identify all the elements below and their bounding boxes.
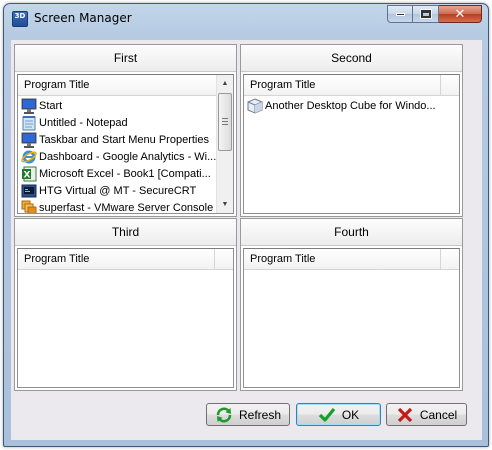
scroll-down-arrow-icon[interactable]: ▼ bbox=[217, 196, 233, 213]
cancel-label: Cancel bbox=[419, 407, 458, 422]
program-list-first[interactable]: Program Title Start Untitled - Notepad T… bbox=[17, 74, 234, 214]
pane-first: First Program Title Start Untitled - Not… bbox=[14, 44, 237, 217]
list-rows: Another Desktop Cube for Windo... bbox=[244, 97, 459, 213]
minimize-icon bbox=[395, 12, 405, 16]
column-header-label: Program Title bbox=[24, 253, 90, 265]
vertical-scrollbar[interactable]: ▲ ▼ bbox=[216, 75, 233, 213]
thumb-grip bbox=[222, 124, 228, 125]
minimize-button[interactable] bbox=[387, 5, 413, 23]
cancel-button[interactable]: Cancel bbox=[386, 403, 467, 426]
column-separator[interactable] bbox=[214, 249, 215, 269]
svg-text:X: X bbox=[24, 170, 31, 180]
list-item[interactable]: Taskbar and Start Menu Properties bbox=[18, 131, 216, 148]
list-item-label: Another Desktop Cube for Windo... bbox=[265, 99, 436, 112]
excel-icon: X bbox=[21, 166, 37, 182]
notepad-icon bbox=[21, 115, 37, 131]
pane-header-third: Third bbox=[15, 219, 236, 246]
refresh-icon bbox=[215, 407, 233, 423]
pane-header-first: First bbox=[15, 45, 236, 72]
list-item-label: Dashboard - Google Analytics - Wi... bbox=[39, 150, 216, 163]
pane-header-second: Second bbox=[241, 45, 462, 72]
list-item-label: Untitled - Notepad bbox=[39, 116, 128, 129]
list-item[interactable]: superfast - VMware Server Console bbox=[18, 199, 216, 214]
column-header-label: Program Title bbox=[250, 253, 316, 265]
column-header-program-title[interactable]: Program Title bbox=[18, 75, 233, 96]
securecrt-icon bbox=[21, 183, 37, 199]
pane-second: Second Program Title Another Desktop Cub… bbox=[240, 44, 463, 217]
list-item[interactable]: Start bbox=[18, 97, 216, 114]
caption-buttons: ✕ bbox=[387, 5, 482, 24]
refresh-button[interactable]: Refresh bbox=[206, 403, 290, 426]
cube-icon bbox=[247, 97, 263, 114]
thumb-grip bbox=[222, 121, 228, 122]
close-button[interactable]: ✕ bbox=[439, 5, 482, 23]
column-separator[interactable] bbox=[440, 249, 441, 269]
cancel-x-icon bbox=[396, 407, 414, 423]
scroll-up-arrow-icon[interactable]: ▲ bbox=[217, 75, 233, 92]
column-header-program-title[interactable]: Program Title bbox=[244, 249, 459, 270]
program-list-fourth[interactable]: Program Title bbox=[243, 248, 460, 388]
desktop-icon bbox=[21, 132, 37, 148]
program-list-second[interactable]: Program Title Another Desktop Cube for W… bbox=[243, 74, 460, 214]
desktop-icon bbox=[21, 98, 37, 114]
thumb-grip bbox=[222, 118, 228, 119]
title-bar[interactable]: 3D Screen Manager ✕ bbox=[4, 4, 488, 32]
column-header-label: Program Title bbox=[250, 79, 316, 91]
list-item-label: Microsoft Excel - Book1 [Compati... bbox=[39, 167, 211, 180]
app-icon: 3D bbox=[12, 11, 28, 27]
list-item[interactable]: Dashboard - Google Analytics - Wi... bbox=[18, 148, 216, 165]
app-icon-text: 3D bbox=[14, 12, 26, 20]
list-item[interactable]: X Microsoft Excel - Book1 [Compati... bbox=[18, 165, 216, 182]
ie-icon bbox=[21, 149, 37, 165]
list-rows: Start Untitled - Notepad Taskbar and Sta… bbox=[18, 97, 216, 213]
maximize-button[interactable] bbox=[413, 5, 439, 23]
client-area: First Program Title Start Untitled - Not… bbox=[11, 40, 482, 440]
list-item-label: superfast - VMware Server Console bbox=[39, 201, 214, 214]
column-header-label: Program Title bbox=[24, 79, 90, 91]
screen-manager-window: 3D Screen Manager ✕ First Program Title bbox=[3, 3, 489, 447]
scroll-thumb[interactable] bbox=[218, 93, 232, 151]
close-icon: ✕ bbox=[454, 6, 466, 22]
column-header-program-title[interactable]: Program Title bbox=[244, 75, 459, 96]
column-separator[interactable] bbox=[440, 75, 441, 95]
list-item[interactable]: Untitled - Notepad bbox=[18, 114, 216, 131]
list-item[interactable]: HTG Virtual @ MT - SecureCRT bbox=[18, 182, 216, 199]
program-list-third[interactable]: Program Title bbox=[17, 248, 234, 388]
ok-label: OK bbox=[341, 407, 360, 422]
window-title: Screen Manager bbox=[34, 11, 132, 25]
column-header-program-title[interactable]: Program Title bbox=[18, 249, 233, 270]
list-item-label: Start bbox=[39, 99, 63, 112]
checkmark-icon bbox=[318, 407, 336, 423]
pane-header-fourth: Fourth bbox=[241, 219, 462, 246]
refresh-label: Refresh bbox=[238, 407, 282, 422]
dialog-footer: Refresh OK Cancel bbox=[11, 391, 482, 440]
list-item-label: HTG Virtual @ MT - SecureCRT bbox=[39, 184, 197, 197]
maximize-icon bbox=[419, 9, 432, 19]
vmware-icon bbox=[21, 200, 37, 213]
list-item[interactable]: Another Desktop Cube for Windo... bbox=[244, 97, 459, 114]
pane-fourth: Fourth Program Title bbox=[240, 218, 463, 391]
ok-button[interactable]: OK bbox=[296, 403, 381, 426]
list-item-label: Taskbar and Start Menu Properties bbox=[39, 133, 209, 146]
pane-third: Third Program Title bbox=[14, 218, 237, 391]
